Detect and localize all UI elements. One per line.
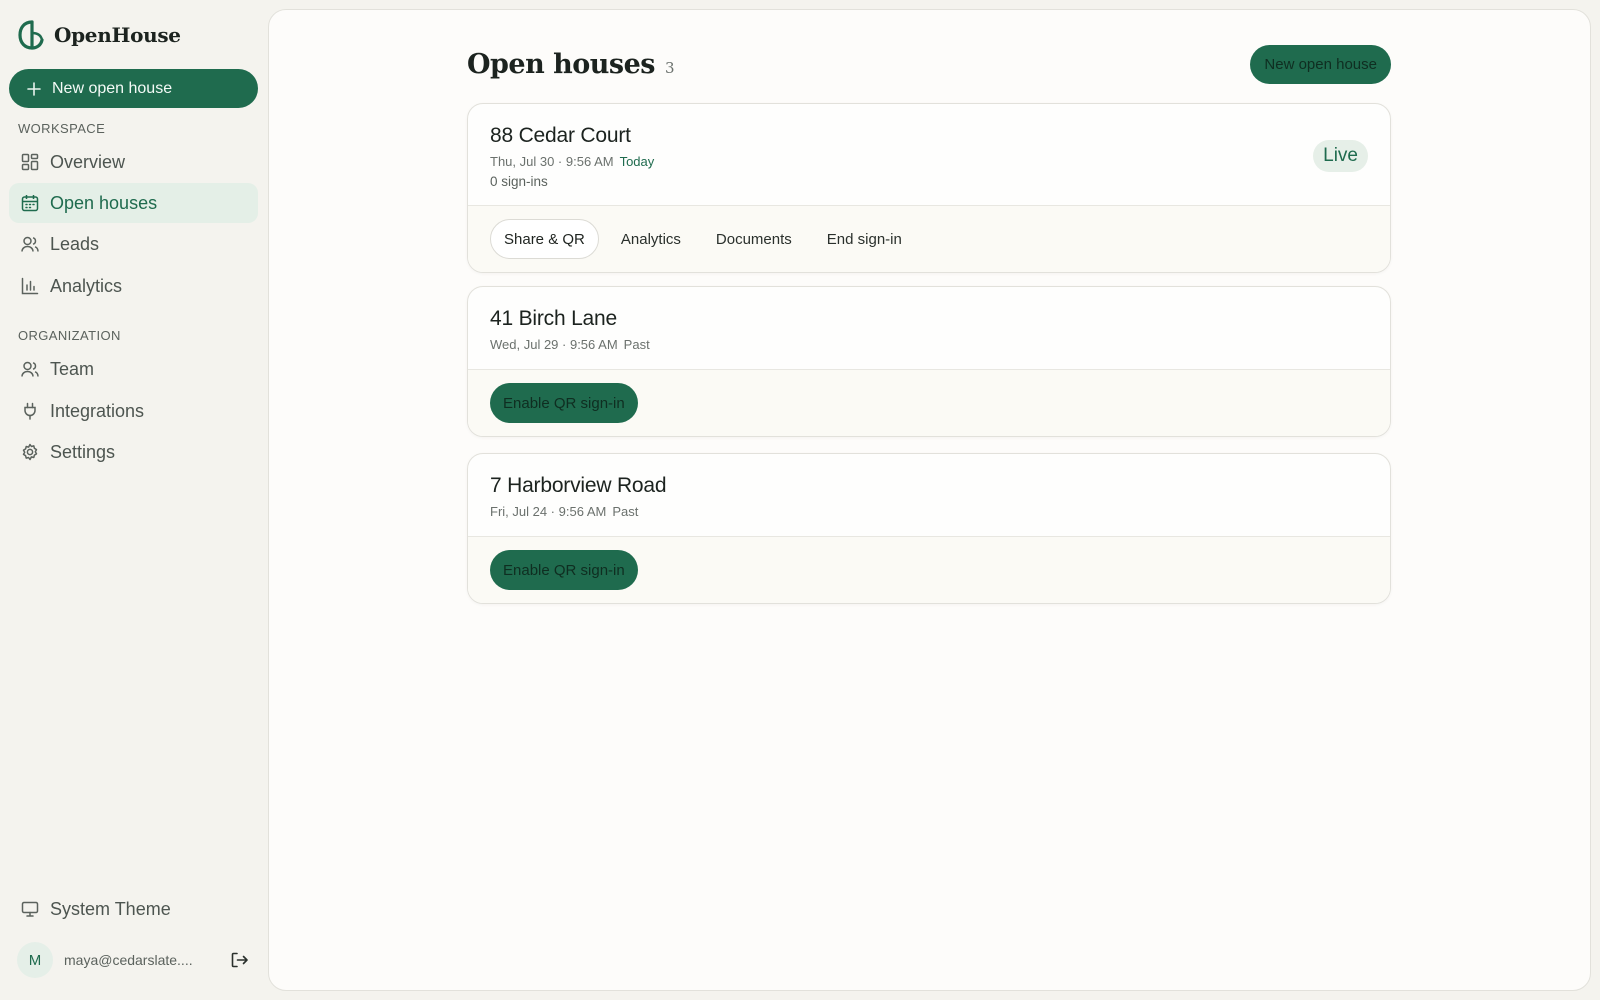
brand-name: OpenHouse [54,23,181,47]
new-open-house-button[interactable]: New open house [9,69,258,108]
card-status: Today [619,154,655,169]
analytics-button[interactable]: Analytics [621,231,681,248]
sidebar-item-leads[interactable]: Leads [9,224,258,264]
card-header: 7 Harborview Road Fri, Jul 24 · 9:56 AM P… [468,454,1390,519]
header-new-open-house-button[interactable]: New open house [1250,44,1391,84]
monitor-icon [21,900,39,918]
card-address: 7 Harborview Road [490,474,667,497]
page-title: Open houses [467,48,655,80]
bar-chart-icon [21,277,39,295]
sidebar-item-overview[interactable]: Overview [9,142,258,182]
sidebar-item-label: Overview [50,151,126,172]
brand[interactable]: OpenHouse [18,18,181,52]
sidebar-item-open-houses[interactable]: Open houses [9,183,258,223]
card-date: Fri, Jul 24 · 9:56 AM [490,504,607,519]
card-header: 88 Cedar Court Thu, Jul 30 · 9:56 AM Toda… [468,104,1390,189]
open-house-card-birch-lane[interactable]: 41 Birch Lane Wed, Jul 29 · 9:56 AM Past … [467,286,1391,437]
card-header: 41 Birch Lane Wed, Jul 29 · 9:56 AM Past [468,287,1390,352]
card-address: 88 Cedar Court [490,124,631,147]
plug-icon [21,402,39,420]
sidebar-item-settings[interactable]: Settings [9,432,258,472]
main-panel: Open houses 3 New open house 88 Cedar Co… [268,9,1591,991]
user-row: M maya@cedarslate.... [17,942,249,978]
sidebar-item-analytics[interactable]: Analytics [9,266,258,306]
organization-section-label: ORGANIZATION [18,328,121,343]
gear-icon [21,443,39,461]
sidebar-item-label: Team [50,358,95,379]
avatar[interactable]: M [17,942,53,978]
users-icon [21,360,39,378]
users-icon [21,235,39,253]
live-badge: Live [1313,140,1368,172]
sidebar-item-team[interactable]: Team [9,349,258,389]
card-status: Past [623,337,650,352]
calendar-icon [21,194,39,212]
page-header: Open houses 3 New open house [467,38,1391,90]
card-status: Past [612,504,639,519]
open-house-card-cedar-court[interactable]: 88 Cedar Court Thu, Jul 30 · 9:56 AM Toda… [467,103,1391,273]
open-house-card-harborview-road[interactable]: 7 Harborview Road Fri, Jul 24 · 9:56 AM P… [467,453,1391,604]
openhouse-logo-icon [18,20,44,50]
card-signins: 0 sign-ins [490,174,548,189]
sidebar-item-label: Leads [50,233,100,254]
card-actions: Share & QR Analytics Documents End sign-… [468,205,1390,272]
card-meta: Fri, Jul 24 · 9:56 AM Past [490,504,1368,519]
system-theme-label: System Theme [50,898,171,919]
logout-icon[interactable] [229,950,249,970]
system-theme-toggle[interactable]: System Theme [9,889,258,929]
card-date: Wed, Jul 29 · 9:56 AM [490,337,618,352]
sidebar-item-label: Settings [50,441,116,462]
user-email: maya@cedarslate.... [64,952,193,968]
workspace-section-label: WORKSPACE [18,121,106,136]
card-address: 41 Birch Lane [490,307,617,330]
sidebar-item-label: Analytics [50,275,123,296]
sidebar-item-label: Open houses [50,192,158,213]
title-wrap: Open houses 3 [467,49,675,80]
card-actions: Enable QR sign-in [468,369,1390,436]
sidebar-item-label: Integrations [50,400,145,421]
plus-icon [27,81,41,96]
card-meta: Thu, Jul 30 · 9:56 AM Today [490,154,1368,169]
enable-qr-sign-in-button[interactable]: Enable QR sign-in [490,383,638,423]
card-actions: Enable QR sign-in [468,536,1390,603]
grid-icon [21,153,39,171]
sidebar: OpenHouse New open house WORKSPACE Overv… [0,0,268,1000]
card-date: Thu, Jul 30 · 9:56 AM [490,154,614,169]
new-open-house-label: New open house [52,79,173,97]
sidebar-item-integrations[interactable]: Integrations [9,391,258,431]
open-houses-count: 3 [664,58,675,77]
card-meta: Wed, Jul 29 · 9:56 AM Past [490,337,1368,352]
share-qr-button[interactable]: Share & QR [490,219,599,259]
documents-button[interactable]: Documents [716,231,792,248]
enable-qr-sign-in-button[interactable]: Enable QR sign-in [490,550,638,590]
end-sign-in-button[interactable]: End sign-in [827,231,902,248]
